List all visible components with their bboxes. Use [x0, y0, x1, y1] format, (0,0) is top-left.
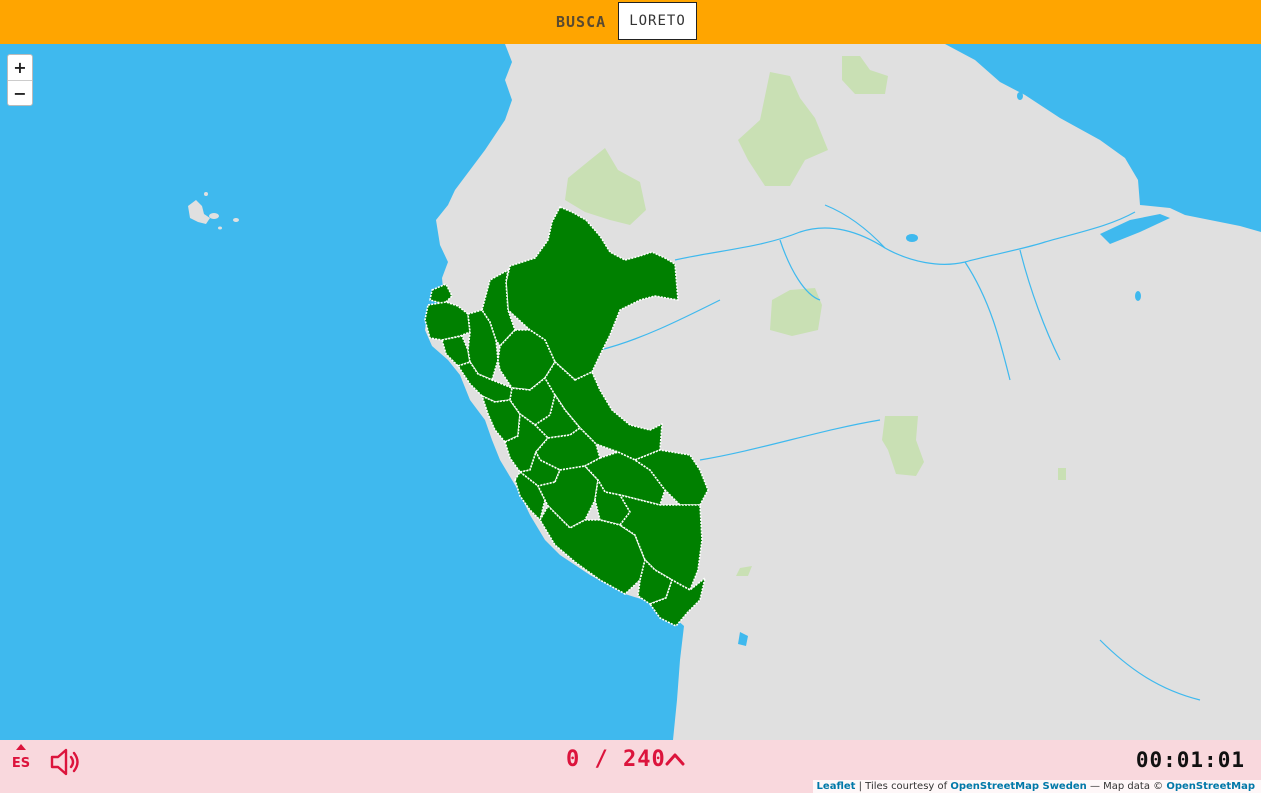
score-display: 0 / 240 — [566, 747, 666, 772]
chevron-up-icon — [665, 753, 685, 766]
timer: 00:01:01 — [1135, 748, 1245, 772]
language-code: ES — [11, 756, 31, 771]
map-attribution: Leaflet | Tiles courtesy of OpenStreetMa… — [812, 780, 1261, 793]
zoom-out-button[interactable]: − — [8, 81, 32, 106]
score-found: 0 — [566, 747, 581, 772]
osm-sweden-link[interactable]: OpenStreetMap Sweden — [950, 781, 1086, 792]
target-region-name: LORETO — [618, 2, 697, 40]
zoom-control: + − — [7, 54, 33, 106]
score-separator: / — [594, 747, 609, 772]
attribution-text-1: | Tiles courtesy of — [855, 781, 951, 792]
leaflet-link[interactable]: Leaflet — [817, 781, 856, 792]
language-selector[interactable]: ES — [10, 744, 32, 771]
caret-up-icon — [16, 744, 26, 750]
osm-link[interactable]: OpenStreetMap — [1166, 781, 1255, 792]
prompt-label: BUSCA — [556, 13, 607, 31]
zoom-in-button[interactable]: + — [8, 55, 32, 81]
map-canvas[interactable] — [0, 44, 1261, 740]
sound-toggle-button[interactable] — [48, 746, 82, 778]
expand-score-button[interactable] — [665, 751, 685, 766]
score-total: 240 — [623, 747, 666, 772]
speaker-icon — [50, 748, 79, 776]
attribution-text-2: — Map data © — [1086, 781, 1167, 792]
top-bar: BUSCA LORETO — [0, 0, 1261, 44]
